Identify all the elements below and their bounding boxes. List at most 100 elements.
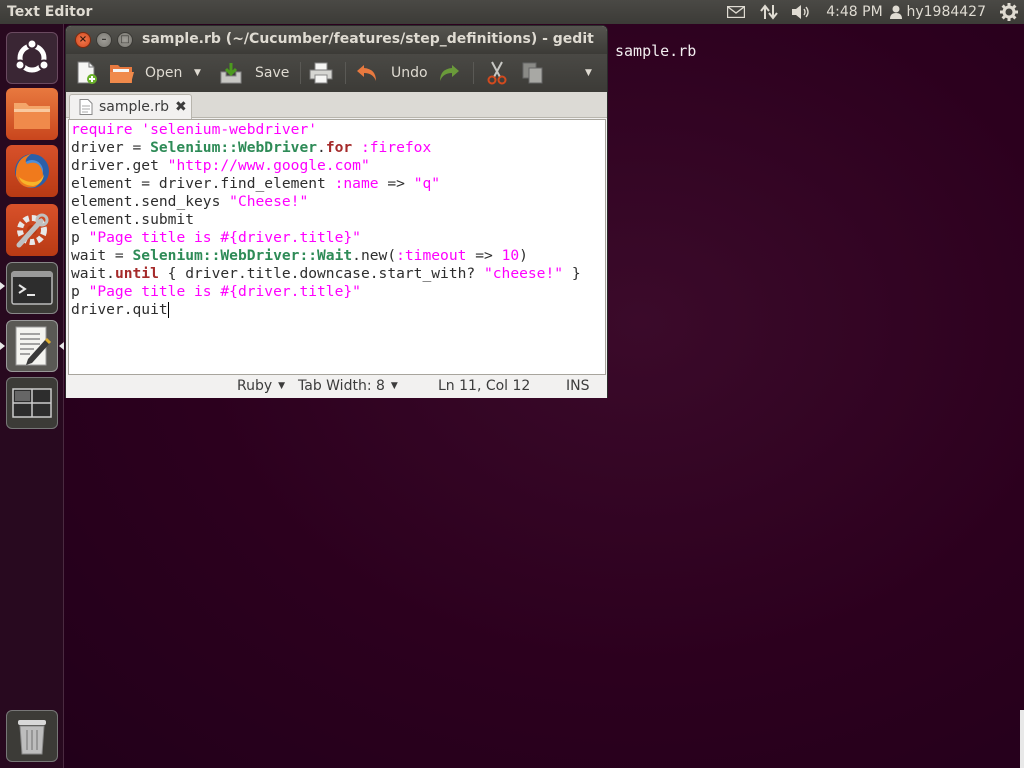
maximize-window-button[interactable]: □	[117, 32, 133, 48]
volume-icon[interactable]	[784, 0, 818, 24]
undo-icon	[357, 65, 376, 81]
code-token: driver.get	[71, 157, 168, 174]
language-selector[interactable]: Ruby ▼	[237, 378, 285, 394]
code-token: wait.	[71, 265, 115, 282]
code-token: element.submit	[71, 211, 195, 228]
mail-icon[interactable]	[718, 0, 754, 24]
code-token: .new(	[352, 247, 397, 264]
terminal-icon[interactable]	[6, 262, 58, 314]
tab-width-label: Tab Width: 8	[298, 378, 385, 394]
statusbar: Ruby ▼ Tab Width: 8 ▼ Ln 11, Col 12 INS	[66, 376, 607, 398]
toolbar-separator	[345, 62, 346, 84]
minimize-window-button[interactable]: –	[96, 32, 112, 48]
top-panel: Text Editor 4:48 PM hy1984427	[0, 0, 1024, 24]
redo-button[interactable]	[437, 58, 461, 88]
code-token: "q"	[413, 175, 441, 192]
code-token: }	[563, 265, 581, 282]
scissors-icon	[487, 61, 507, 85]
toolbar: Open ▼ Save Undo ▼	[66, 54, 607, 92]
code-token: :timeout	[396, 247, 467, 264]
settings-gear-icon[interactable]	[994, 0, 1024, 24]
panel-indicators: 4:48 PM hy1984427	[718, 0, 1024, 24]
window-titlebar[interactable]: × – □ sample.rb (~/Cucumber/features/ste…	[66, 26, 607, 54]
system-settings-icon[interactable]	[6, 204, 58, 256]
code-token: .	[317, 139, 326, 156]
code-token: "cheese!"	[483, 265, 564, 282]
tab-label: sample.rb	[99, 99, 169, 115]
chevron-down-icon: ▼	[278, 381, 286, 391]
document-tabbar: sample.rb ✖	[66, 92, 607, 119]
code-token: "Page title is #{driver.title}"	[88, 229, 361, 246]
code-line: driver.quit	[71, 301, 605, 319]
desktop-file-label[interactable]: sample.rb	[615, 42, 696, 60]
toolbar-separator	[300, 62, 301, 84]
open-label: Open	[145, 65, 183, 81]
firefox-icon[interactable]	[6, 145, 58, 197]
new-document-button[interactable]	[76, 58, 98, 88]
chevron-down-icon: ▼	[585, 68, 592, 78]
workspace-switcher-icon[interactable]	[6, 377, 58, 429]
launcher	[0, 24, 64, 768]
code-token: Selenium::WebDriver::Wait	[132, 247, 353, 264]
open-recent-dropdown[interactable]: ▼	[194, 58, 201, 88]
code-token: =>	[466, 247, 502, 264]
redo-icon	[440, 65, 459, 81]
text-file-icon	[79, 99, 93, 115]
code-lines: require 'selenium-webdriver' driver = Sel…	[71, 121, 605, 319]
code-token: "Page title is #{driver.title}"	[88, 283, 361, 300]
network-icon[interactable]	[754, 0, 784, 24]
code-token: p	[71, 229, 89, 246]
clock[interactable]: 4:48 PM	[818, 0, 890, 24]
code-line: driver.get "http://www.google.com"	[71, 157, 605, 175]
close-window-button[interactable]: ×	[75, 32, 91, 48]
code-line: wait = Selenium::WebDriver::Wait.new(:ti…	[71, 247, 605, 265]
save-label: Save	[255, 65, 290, 81]
chevron-down-icon: ▼	[194, 68, 201, 78]
code-token: =>	[378, 175, 414, 192]
code-editor[interactable]: require 'selenium-webdriver' driver = Sel…	[68, 119, 606, 375]
copy-icon	[522, 62, 543, 84]
cut-button[interactable]	[487, 58, 507, 88]
save-button[interactable]: Save	[219, 58, 289, 88]
print-button[interactable]	[309, 58, 333, 88]
text-editor-running-indicator	[0, 342, 5, 350]
code-token: "Cheese!"	[229, 193, 309, 210]
code-line: p "Page title is #{driver.title}"	[71, 283, 605, 301]
files-icon[interactable]	[6, 88, 58, 140]
print-icon	[309, 62, 333, 84]
copy-button[interactable]	[522, 58, 544, 88]
trash-icon[interactable]	[6, 710, 58, 762]
ubuntu-dash-icon[interactable]	[6, 32, 58, 84]
code-token: require 'selenium-webdriver'	[71, 121, 318, 138]
code-line: element.submit	[71, 211, 605, 229]
user-menu[interactable]: hy1984427	[890, 0, 994, 24]
code-token: )	[519, 247, 528, 264]
toolbar-overflow-menu[interactable]: ▼	[585, 58, 592, 88]
gedit-window: × – □ sample.rb (~/Cucumber/features/ste…	[65, 25, 608, 398]
code-token: "http://www.google.com"	[167, 157, 370, 174]
code-token: :firefox	[360, 139, 432, 156]
insert-mode: INS	[566, 378, 590, 394]
code-line: wait.until { driver.title.downcase.start…	[71, 265, 605, 283]
close-tab-icon[interactable]: ✖	[175, 99, 187, 115]
text-cursor	[167, 302, 169, 318]
open-folder-icon	[110, 65, 134, 83]
code-token: element = driver.find_element	[71, 175, 335, 192]
toolbar-separator	[473, 62, 474, 84]
app-title: Text Editor	[7, 4, 93, 20]
code-token: wait =	[71, 247, 133, 264]
undo-button[interactable]: Undo	[355, 58, 428, 88]
terminal-running-indicator	[0, 282, 5, 290]
tab-width-selector[interactable]: Tab Width: 8 ▼	[298, 378, 398, 394]
code-line: element = driver.find_element :name => "…	[71, 175, 605, 193]
code-token: p	[71, 283, 89, 300]
save-icon	[220, 63, 242, 84]
tab-sample-rb[interactable]: sample.rb ✖	[69, 94, 192, 119]
text-editor-icon[interactable]	[6, 320, 58, 372]
open-button[interactable]: Open	[109, 58, 182, 88]
language-label: Ruby	[237, 378, 273, 394]
minimize-icon: –	[101, 34, 107, 45]
code-line: require 'selenium-webdriver'	[71, 121, 605, 139]
code-token: Selenium::WebDriver	[150, 139, 318, 156]
maximize-icon: □	[120, 34, 130, 45]
